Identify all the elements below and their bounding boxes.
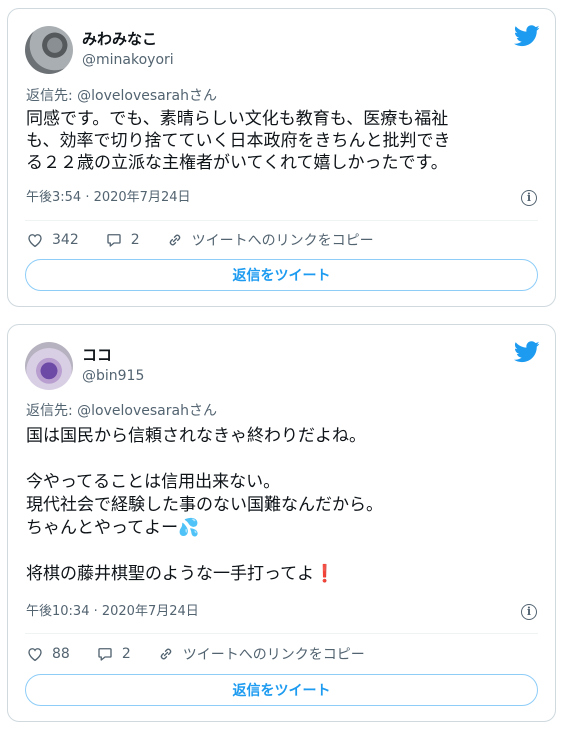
speech-bubble-icon [107,234,121,247]
like-button[interactable]: 342 [26,231,79,249]
timestamp[interactable]: 午後3:54 · 2020年7月24日 [26,189,191,207]
action-bar: 342 2 ツイートへのリンクをコピー [26,230,400,250]
reply-count-button[interactable]: 2 [96,645,131,663]
link-icon [169,234,180,246]
tweet-card[interactable]: ココ @bin915 返信先: @lovelovesarahさん 国は国民から信… [7,324,556,722]
reply-to-label: 返信先: @lovelovesarahさん [26,403,217,419]
action-bar: 88 2 ツイートへのリンクをコピー [26,644,391,664]
author-handle[interactable]: @minakoyori [82,51,174,69]
copy-link-label: ツイートへのリンクをコピー [191,233,374,249]
copy-link-button[interactable]: ツイートへのリンクをコピー [166,230,374,250]
author-name[interactable]: ココ [82,346,112,364]
reply-to-label: 返信先: @lovelovesarahさん [26,88,217,104]
author-name[interactable]: みわみなこ [82,30,157,48]
tweet-card[interactable]: みわみなこ @minakoyori 返信先: @lovelovesarahさん … [7,8,556,307]
tweet-text: 同感です。でも、素晴らしい文化も教育も、医療も福祉 も、効率で切り捨てていく日本… [26,109,451,173]
reply-count-button[interactable]: 2 [105,231,140,249]
heart-icon [28,648,42,662]
reply-count: 2 [130,232,140,248]
twitter-bird-icon[interactable] [514,25,540,47]
heart-icon [28,234,42,248]
like-count: 88 [52,646,70,662]
info-icon[interactable]: i [521,604,537,620]
divider [25,633,538,634]
page: みわみなこ @minakoyori 返信先: @lovelovesarahさん … [0,0,563,731]
copy-link-label: ツイートへのリンクをコピー [182,647,365,663]
timestamp[interactable]: 午後10:34 · 2020年7月24日 [26,603,199,621]
link-icon [160,648,171,660]
tweet-text: 国は国民から信頼されなきゃ終わりだよね。 今やってることは信用出来ない。 現代社… [26,426,383,584]
reply-tweet-button[interactable]: 返信をツイート [25,259,538,291]
copy-link-button[interactable]: ツイートへのリンクをコピー [157,644,365,664]
avatar[interactable] [25,342,73,390]
like-count: 342 [52,232,79,248]
author-handle[interactable]: @bin915 [82,367,144,385]
avatar[interactable] [25,26,73,74]
speech-bubble-icon [98,648,112,661]
divider [25,220,538,221]
info-icon[interactable]: i [521,190,537,206]
like-button[interactable]: 88 [26,645,70,663]
reply-count: 2 [121,646,131,662]
twitter-bird-icon[interactable] [514,341,540,363]
reply-tweet-button[interactable]: 返信をツイート [25,674,538,706]
